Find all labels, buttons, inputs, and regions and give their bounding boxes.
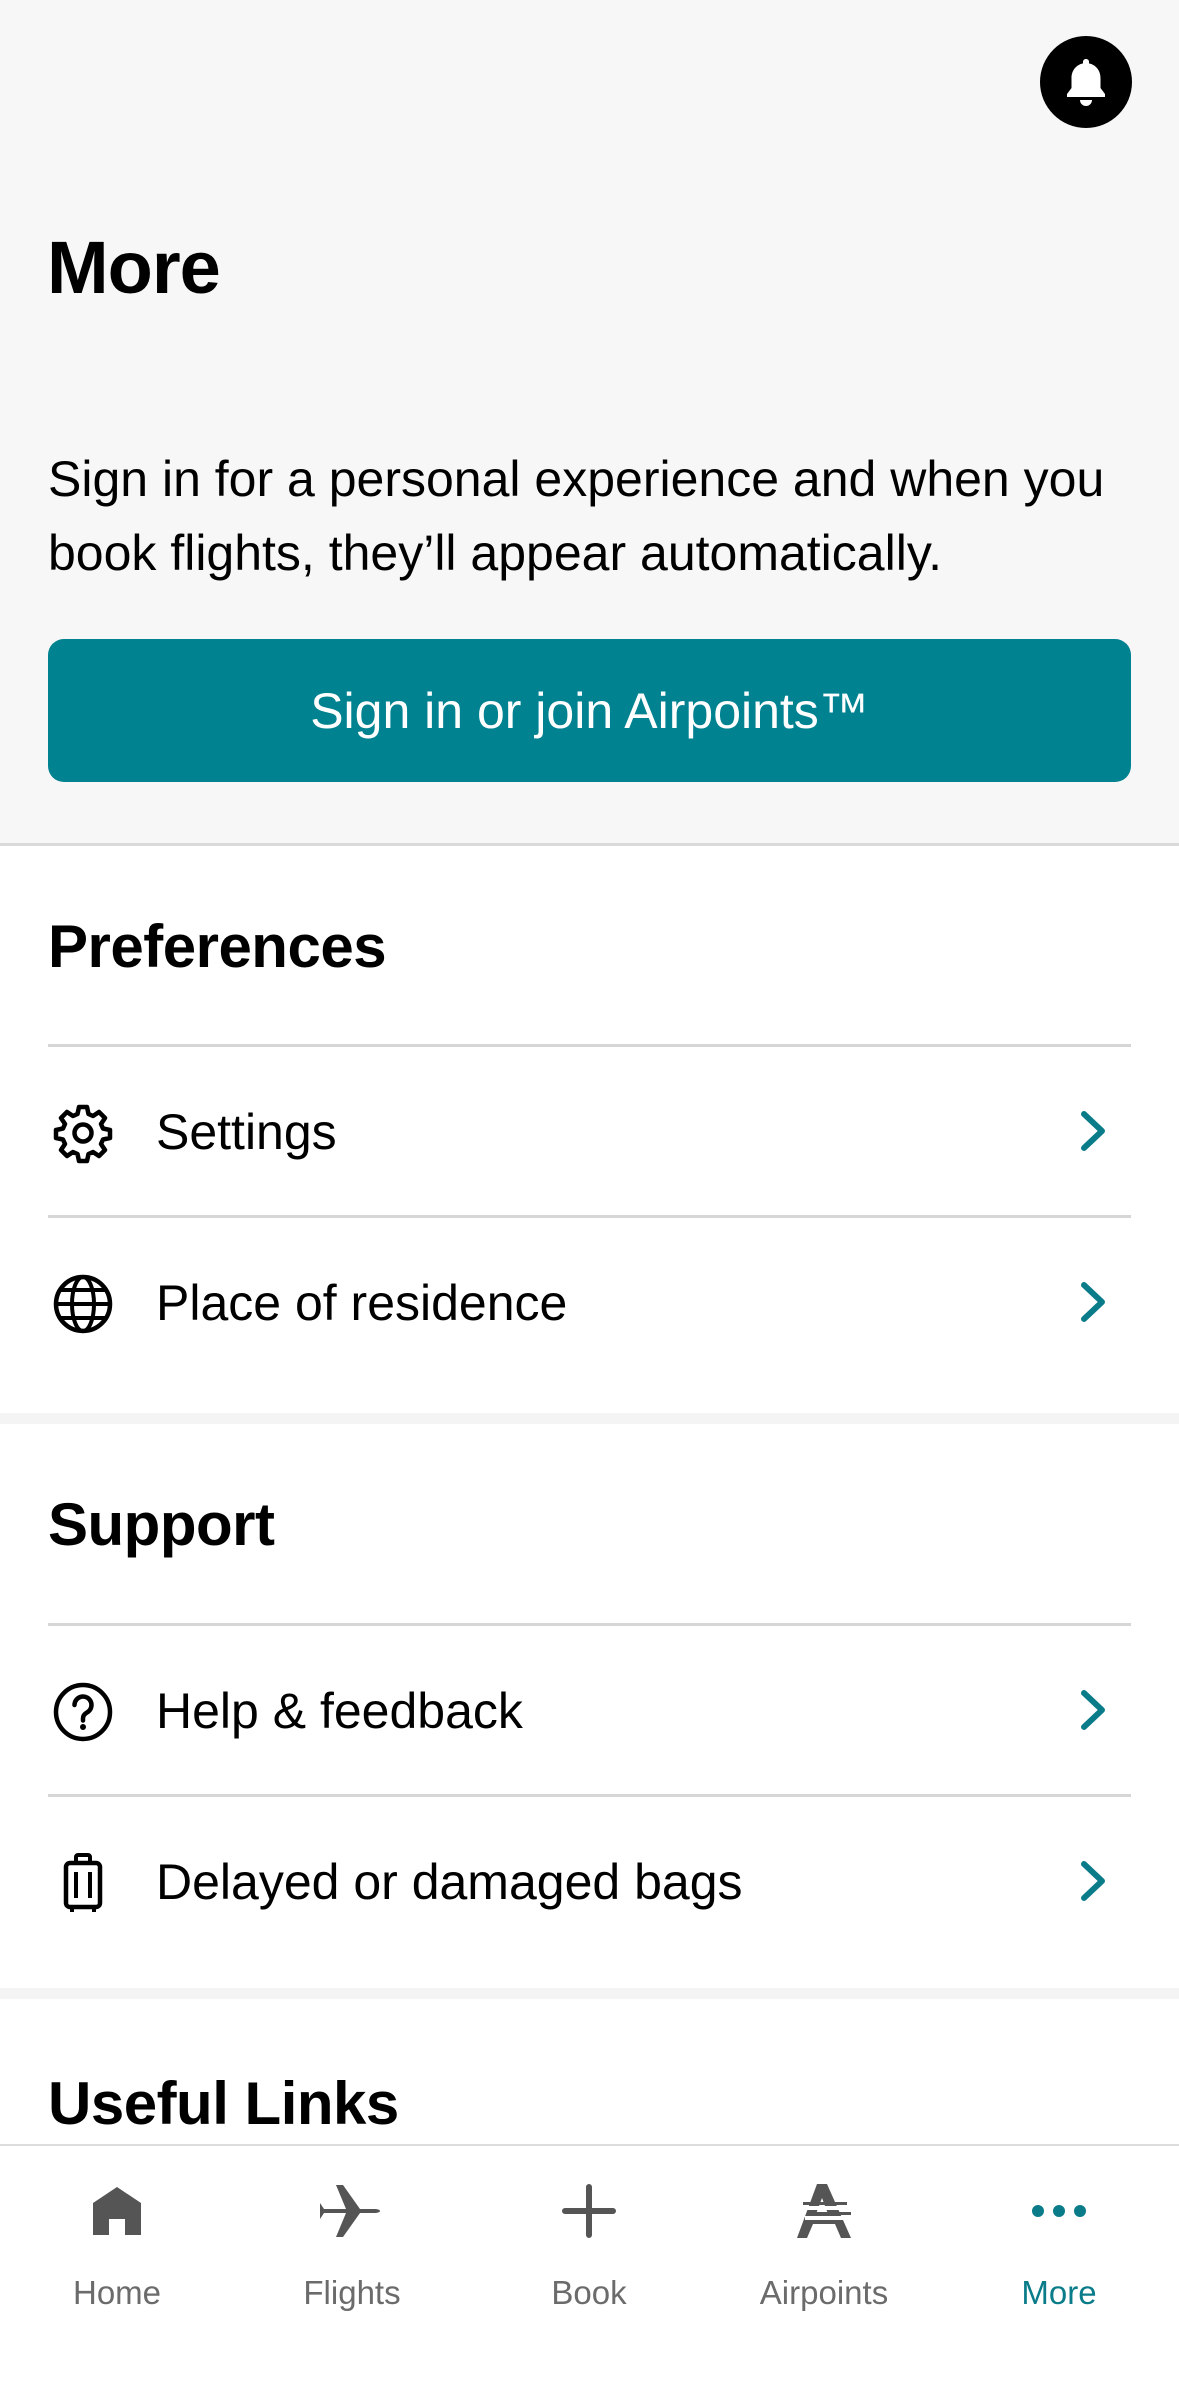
- bell-icon: [1067, 59, 1105, 106]
- help-feedback-label: Help & feedback: [156, 1683, 523, 1739]
- section-title-support: Support: [48, 1491, 275, 1558]
- tab-label: Home: [72, 2274, 162, 2311]
- section-divider: [0, 1988, 1179, 1999]
- chevron-right-icon: [1081, 1282, 1105, 1322]
- home-icon: [82, 2176, 152, 2246]
- help-circle-icon: [52, 1681, 114, 1743]
- luggage-icon: [52, 1852, 114, 1914]
- preferences-section: Preferences Settings Place of residence: [0, 846, 1179, 1419]
- delayed-bags-label: Delayed or damaged bags: [156, 1854, 743, 1910]
- tab-more[interactable]: More: [959, 2166, 1159, 2326]
- bottom-tab-bar: Home Flights Book Airpoints More: [0, 2144, 1179, 2398]
- more-dots-icon: [1024, 2176, 1094, 2246]
- section-divider: [0, 1413, 1179, 1424]
- chevron-right-icon: [1081, 1861, 1105, 1901]
- chevron-right-icon: [1081, 1111, 1105, 1151]
- tab-home[interactable]: Home: [17, 2166, 217, 2326]
- page-title: More: [47, 226, 221, 309]
- plane-icon: [317, 2176, 387, 2246]
- plus-icon: [554, 2176, 624, 2246]
- tab-label: Book: [551, 2274, 627, 2311]
- delayed-bags-row[interactable]: Delayed or damaged bags: [48, 1794, 1131, 1967]
- tab-flights[interactable]: Flights: [252, 2166, 452, 2326]
- help-feedback-row[interactable]: Help & feedback: [48, 1623, 1131, 1796]
- place-of-residence-label: Place of residence: [156, 1275, 568, 1331]
- signin-button[interactable]: Sign in or join Airpoints™: [48, 639, 1131, 782]
- section-title-useful-links: Useful Links: [48, 2070, 399, 2137]
- gear-icon: [52, 1102, 114, 1164]
- support-section: Support Help & feedback Delayed or damag…: [0, 1424, 1179, 1990]
- globe-icon: [52, 1273, 114, 1335]
- account-header-area: More Sign in for a personal experience a…: [0, 0, 1179, 846]
- chevron-right-icon: [1081, 1690, 1105, 1730]
- settings-label: Settings: [156, 1104, 337, 1160]
- place-of-residence-row[interactable]: Place of residence: [48, 1215, 1131, 1388]
- notifications-button[interactable]: [1040, 36, 1132, 128]
- signin-prompt: Sign in for a personal experience and wh…: [48, 451, 1105, 581]
- section-title-preferences: Preferences: [48, 913, 387, 980]
- tab-label: Airpoints: [759, 2274, 889, 2311]
- tab-airpoints[interactable]: Airpoints: [724, 2166, 924, 2326]
- settings-row[interactable]: Settings: [48, 1044, 1131, 1217]
- tab-label: More: [1021, 2274, 1097, 2311]
- airpoints-icon: [789, 2176, 859, 2246]
- useful-links-section: Useful Links: [0, 1999, 1179, 2144]
- tab-label: Flights: [303, 2274, 401, 2311]
- tab-book[interactable]: Book: [489, 2166, 689, 2326]
